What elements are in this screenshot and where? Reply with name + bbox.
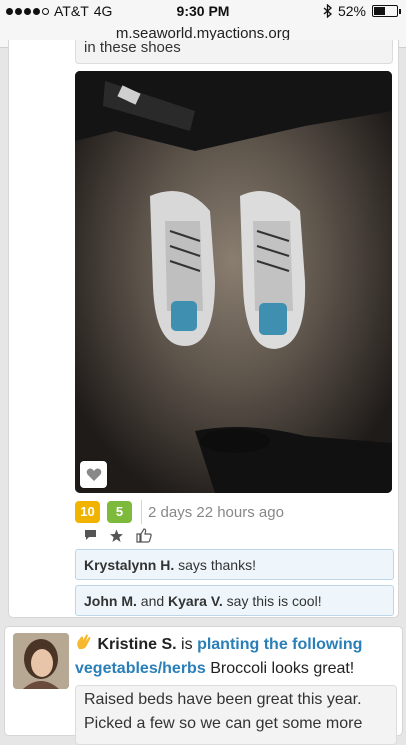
post-photo[interactable] [75, 71, 392, 493]
reaction-verb: say this is cool! [226, 593, 322, 609]
battery-icon [372, 5, 401, 17]
reaction-row: Krystalynn H. says thanks! [75, 549, 394, 580]
like-button[interactable] [80, 461, 107, 488]
reactor-name[interactable]: Kyara V. [168, 593, 223, 609]
status-right: 52% [323, 3, 401, 19]
battery-percent: 52% [337, 3, 366, 19]
post-body: Raised beds have been great this year. P… [75, 685, 397, 745]
status-bar: AT&T 4G 9:30 PM 52% [0, 0, 406, 22]
count-badge: 5 [107, 501, 132, 523]
reactor-name[interactable]: Krystalynn H. [84, 557, 174, 573]
post-text-tail: in these shoes [84, 40, 181, 56]
post-summary: Broccoli looks great! [210, 660, 355, 677]
comment-icon[interactable] [84, 529, 97, 542]
activity-card: in these shoes 10 5 2 days 22 hours ago … [8, 40, 399, 618]
timestamp: 2 days 22 hours ago [148, 503, 284, 521]
heart-icon [86, 468, 101, 481]
user-name[interactable]: Kristine S. [97, 636, 176, 653]
reaction-joiner: and [140, 593, 165, 609]
divider [141, 500, 142, 524]
star-icon[interactable] [109, 529, 124, 543]
reactor-name[interactable]: John M. [84, 593, 137, 609]
post-actions [84, 528, 152, 543]
reaction-verb: says thanks! [178, 557, 256, 573]
bluetooth-icon [323, 4, 332, 18]
user-photo-image [13, 633, 69, 689]
post-meta: 10 5 2 days 22 hours ago [75, 500, 284, 524]
avatar[interactable] [13, 633, 69, 689]
thumbs-up-icon[interactable] [136, 528, 152, 543]
post-headline: Kristine S. is planting the following ve… [75, 633, 395, 681]
hand-wave-icon [77, 634, 91, 650]
reaction-row: John M. and Kyara V. say this is cool! [75, 585, 394, 616]
points-badge: 10 [75, 501, 100, 523]
is-text: is [181, 636, 193, 653]
post-text: in these shoes [75, 40, 393, 64]
shoes-photo-image [75, 71, 392, 493]
